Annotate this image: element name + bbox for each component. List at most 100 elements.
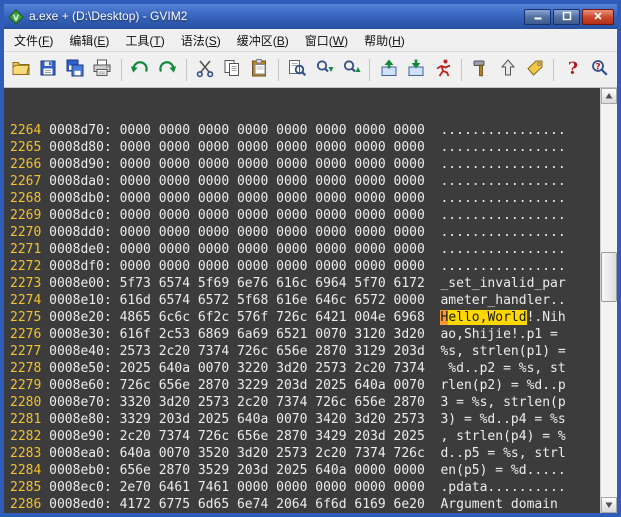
- find-next-button[interactable]: [312, 57, 337, 83]
- toolbar-separator: [186, 59, 187, 81]
- buffer-line: 2282 0008e90: 2c20 7374 726c 656e 2870 3…: [10, 428, 600, 445]
- menu-help[interactable]: 帮助(H): [356, 29, 413, 52]
- svg-text:?: ?: [595, 63, 600, 73]
- toolbar-separator: [461, 59, 462, 81]
- buffer-line: 2277 0008e40: 2573 2c20 7374 726c 656e 2…: [10, 343, 600, 360]
- load-session-button[interactable]: [376, 57, 401, 83]
- line-text: 0008e10: 616d 6574 6572 5f68 616e 646c 6…: [49, 293, 566, 308]
- running-man-icon: [433, 58, 453, 81]
- line-text: 0008ea0: 640a 0070 3520 3d20 2573 2c20 7…: [49, 446, 566, 461]
- buffer-line: 2281 0008e80: 3329 203d 2025 640a 0070 3…: [10, 411, 600, 428]
- hammer-icon: [471, 58, 491, 81]
- clipboard-icon: [249, 58, 269, 81]
- save-session-button[interactable]: [403, 57, 428, 83]
- toolbar-separator: [553, 59, 554, 81]
- open-button[interactable]: [9, 57, 34, 83]
- menu-window[interactable]: 窗口(W): [297, 29, 356, 52]
- menu-edit[interactable]: 编辑(E): [61, 29, 117, 52]
- scroll-up-button[interactable]: [601, 88, 617, 104]
- buffer-line: 2278 0008e50: 2025 640a 0070 3220 3d20 2…: [10, 360, 600, 377]
- line-text: 0008e70: 3320 3d20 2573 2c20 7374 726c 6…: [49, 395, 566, 410]
- paste-button[interactable]: [247, 57, 272, 83]
- buffer-line: 2264 0008d70: 0000 0000 0000 0000 0000 0…: [10, 122, 600, 139]
- find-replace-button[interactable]: [285, 57, 310, 83]
- minimize-icon: [533, 8, 543, 26]
- line-number: 2281: [10, 412, 49, 427]
- window-controls: [524, 9, 614, 25]
- line-number: 2270: [10, 225, 49, 240]
- menu-tools[interactable]: 工具(T): [117, 29, 172, 52]
- run-script-button[interactable]: [430, 57, 455, 83]
- scroll-down-button[interactable]: [601, 497, 617, 513]
- tag-jump-button[interactable]: [522, 57, 547, 83]
- maximize-button[interactable]: [553, 9, 580, 25]
- run-ctags-button[interactable]: [495, 57, 520, 83]
- line-number: 2277: [10, 344, 49, 359]
- vertical-scrollbar[interactable]: [600, 88, 617, 513]
- line-text: 0008ec0: 2e70 6461 7461 0000 0000 0000 0…: [49, 480, 566, 495]
- question-icon: ?: [563, 58, 583, 81]
- search-doc-icon: [287, 58, 307, 81]
- buffer-line: 2283 0008ea0: 640a 0070 3520 3d20 2573 2…: [10, 445, 600, 462]
- floppies-icon: [65, 58, 85, 81]
- line-text: !.Nih: [527, 310, 566, 325]
- line-text: 0008e80: 3329 203d 2025 640a 0070 3420 3…: [49, 412, 566, 427]
- buffer-line: 2275 0008e20: 4865 6c6c 6f2c 576f 726c 6…: [10, 309, 600, 326]
- buffer-line: 2276 0008e30: 616f 2c53 6869 6a69 6521 0…: [10, 326, 600, 343]
- buffer-line: 2266 0008d90: 0000 0000 0000 0000 0000 0…: [10, 156, 600, 173]
- buffer-line: 2267 0008da0: 0000 0000 0000 0000 0000 0…: [10, 173, 600, 190]
- line-text: 0008d90: 0000 0000 0000 0000 0000 0000 0…: [49, 157, 566, 172]
- redo-button[interactable]: [155, 57, 180, 83]
- undo-button[interactable]: [128, 57, 153, 83]
- save-button[interactable]: [36, 57, 61, 83]
- line-number: 2268: [10, 191, 49, 206]
- buffer-line: 2280 0008e70: 3320 3d20 2573 2c20 7374 7…: [10, 394, 600, 411]
- line-number: 2275: [10, 310, 49, 325]
- tag-icon: [525, 58, 545, 81]
- text-area[interactable]: 2264 0008d70: 0000 0000 0000 0000 0000 0…: [4, 88, 600, 513]
- floppy-icon: [38, 58, 58, 81]
- menu-syntax[interactable]: 语法(S): [173, 29, 229, 52]
- minimize-button[interactable]: [524, 9, 551, 25]
- buffer-line: 2286 0008ed0: 4172 6775 6d65 6e74 2064 6…: [10, 496, 600, 513]
- buffer-line: 2279 0008e60: 726c 656e 2870 3229 203d 2…: [10, 377, 600, 394]
- line-text: 0008ed0: 4172 6775 6d65 6e74 2064 6f6d 6…: [49, 497, 566, 512]
- menu-buffers[interactable]: 缓冲区(B): [229, 29, 297, 52]
- open-folder-icon: [11, 58, 31, 81]
- save-all-button[interactable]: [63, 57, 88, 83]
- toolbar-separator: [278, 59, 279, 81]
- make-button[interactable]: [468, 57, 493, 83]
- arrow-up-icon: [498, 58, 518, 81]
- buffer-line: 2269 0008dc0: 0000 0000 0000 0000 0000 0…: [10, 207, 600, 224]
- window-title: a.exe + (D:\Desktop) - GVIM2: [29, 4, 519, 29]
- close-button[interactable]: [582, 9, 614, 25]
- line-number: 2286: [10, 497, 49, 512]
- gvim-window: V a.exe + (D:\Desktop) - GVIM2 文件(F)编辑(E…: [0, 0, 621, 517]
- scrollbar-thumb[interactable]: [601, 252, 617, 302]
- copy-icon: [222, 58, 242, 81]
- vim-logo-icon[interactable]: V: [8, 9, 24, 25]
- buffer-line: 2274 0008e10: 616d 6574 6572 5f68 616e 6…: [10, 292, 600, 309]
- title-bar: V a.exe + (D:\Desktop) - GVIM2: [4, 4, 617, 29]
- copy-button[interactable]: [220, 57, 245, 83]
- line-text: 0008e50: 2025 640a 0070 3220 3d20 2573 2…: [49, 361, 566, 376]
- line-number: 2272: [10, 259, 49, 274]
- buffer-line: 2272 0008df0: 0000 0000 0000 0000 0000 0…: [10, 258, 600, 275]
- find-help-button[interactable]: ?: [587, 57, 612, 83]
- cut-button[interactable]: [193, 57, 218, 83]
- redo-arrow-icon: [157, 58, 177, 81]
- menu-bar: 文件(F)编辑(E)工具(T)语法(S)缓冲区(B)窗口(W)帮助(H): [4, 29, 617, 52]
- line-number: 2276: [10, 327, 49, 342]
- line-text: 0008e00: 5f73 6574 5f69 6e76 616c 6964 5…: [49, 276, 566, 291]
- line-text: 0008e40: 2573 2c20 7374 726c 656e 2870 3…: [49, 344, 566, 359]
- scrollbar-track[interactable]: [601, 104, 617, 497]
- print-button[interactable]: [90, 57, 115, 83]
- line-number: 2284: [10, 463, 49, 478]
- find-prev-button[interactable]: [338, 57, 363, 83]
- line-text: 0008e30: 616f 2c53 6869 6a69 6521 0070 3…: [49, 327, 566, 342]
- menu-file[interactable]: 文件(F): [6, 29, 61, 52]
- help-button[interactable]: ?: [560, 57, 585, 83]
- line-number: 2264: [10, 123, 49, 138]
- buffer-line: 2285 0008ec0: 2e70 6461 7461 0000 0000 0…: [10, 479, 600, 496]
- line-text: 0008dd0: 0000 0000 0000 0000 0000 0000 0…: [49, 225, 566, 240]
